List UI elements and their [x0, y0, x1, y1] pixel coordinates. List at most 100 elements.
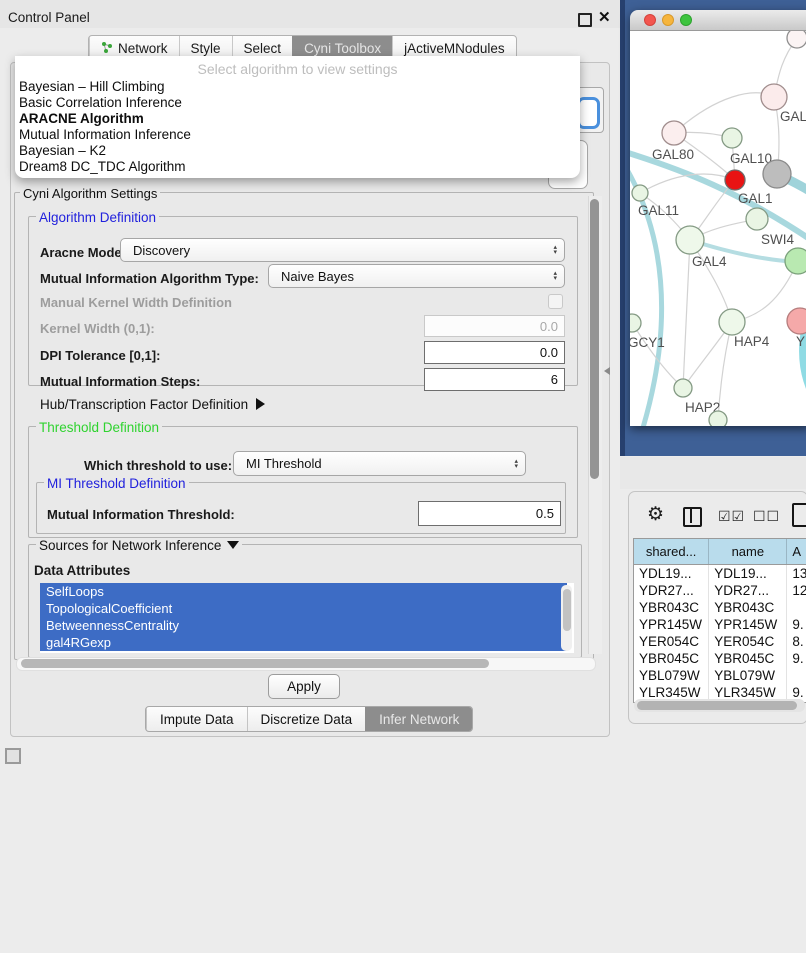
network-node[interactable]: [763, 160, 791, 188]
mi-threshold-field[interactable]: 0.5: [418, 501, 561, 526]
cell-value: [787, 667, 806, 684]
data-attribute-item[interactable]: TopologicalCoefficient: [40, 600, 567, 617]
column-selector-icon-divider: [690, 507, 692, 523]
table-row[interactable]: YBL079W YBL079W: [634, 667, 806, 684]
manual-kernel-checkbox[interactable]: [548, 294, 563, 309]
algorithm-option[interactable]: Mutual Information Inference: [15, 127, 580, 143]
column-selector-icon[interactable]: [683, 507, 702, 527]
hub-definition-expander[interactable]: Hub/Transcription Factor Definition: [40, 397, 265, 412]
combo-spinner-icon: ▴▾: [514, 459, 518, 469]
settings-horizontal-scrollbar-thumb[interactable]: [21, 659, 489, 668]
cell-name: YBR043C: [709, 599, 787, 616]
aracne-mode-label: Aracne Mode:: [40, 245, 126, 260]
bottom-tab-label: Discretize Data: [261, 712, 353, 727]
table-row[interactable]: YPR145W YPR145W 9.: [634, 616, 806, 633]
table-header-partial[interactable]: A: [787, 539, 806, 564]
network-node[interactable]: [761, 84, 787, 110]
data-attributes-label: Data Attributes: [34, 563, 130, 578]
network-node-label: HAP4: [734, 334, 770, 349]
network-node[interactable]: [787, 31, 806, 48]
float-window-icon[interactable]: [578, 13, 592, 27]
dpi-tolerance-field[interactable]: 0.0: [424, 341, 565, 364]
network-node[interactable]: [719, 309, 745, 335]
network-node[interactable]: [676, 226, 704, 254]
gear-icon[interactable]: ⚙: [647, 505, 664, 524]
combobox-focus-arrow[interactable]: [577, 97, 600, 129]
network-node-label: GAL11: [638, 203, 679, 218]
zoom-traffic-light[interactable]: [680, 14, 692, 26]
cell-value: 9.: [787, 616, 806, 633]
algorithm-definition-title: Algorithm Definition: [36, 210, 159, 225]
network-node[interactable]: [787, 308, 806, 334]
deselect-all-icon[interactable]: ☐☐: [753, 508, 780, 525]
network-node[interactable]: [674, 379, 692, 397]
network-node-label: Y: [796, 334, 805, 349]
cell-shared-name: YDR27...: [634, 582, 709, 599]
network-window-titlebar[interactable]: [630, 10, 806, 31]
network-node-label: GAL4: [692, 254, 727, 269]
table-header-shared-name[interactable]: shared...: [634, 539, 709, 564]
network-node[interactable]: [630, 314, 641, 332]
cell-shared-name: YER054C: [634, 633, 709, 650]
combo-spinner-icon: ▴▾: [553, 245, 557, 255]
algorithm-option[interactable]: Bayesian – Hill Climbing: [15, 79, 580, 95]
aracne-mode-value: Discovery: [133, 243, 190, 258]
select-all-icon[interactable]: ☑☑: [718, 508, 745, 525]
algorithm-option[interactable]: Dream8 DC_TDC Algorithm: [15, 159, 580, 175]
close-icon[interactable]: ✕: [598, 8, 611, 26]
mi-threshold-label: Mutual Information Threshold:: [47, 507, 235, 522]
sources-expander[interactable]: Sources for Network Inference: [36, 538, 242, 553]
mi-steps-field[interactable]: 6: [424, 368, 565, 391]
close-traffic-light[interactable]: [644, 14, 656, 26]
bottom-tab[interactable]: Discretize Data: [247, 707, 366, 731]
network-edge: [630, 161, 662, 426]
network-node[interactable]: [725, 170, 745, 190]
algorithm-option-list: Bayesian – Hill Climbing Basic Correlati…: [15, 79, 580, 175]
table-row[interactable]: YBR045C YBR045C 9.: [634, 650, 806, 667]
hub-definition-label: Hub/Transcription Factor Definition: [40, 397, 248, 412]
aracne-mode-combobox[interactable]: Discovery ▴▾: [120, 238, 565, 262]
table-horizontal-scrollbar-thumb[interactable]: [637, 701, 797, 710]
minimize-traffic-light[interactable]: [662, 14, 674, 26]
table-header-row: shared... name A: [634, 539, 806, 565]
kernel-width-field[interactable]: 0.0: [424, 315, 565, 337]
network-node[interactable]: [709, 411, 727, 426]
table-row[interactable]: YER054C YER054C 8.: [634, 633, 806, 650]
cell-shared-name: YBR045C: [634, 650, 709, 667]
mi-type-combobox[interactable]: Naive Bayes ▴▾: [268, 264, 565, 288]
table-header-name[interactable]: name: [709, 539, 787, 564]
network-node[interactable]: [662, 121, 686, 145]
table-row[interactable]: YDL19... YDL19... 13: [634, 565, 806, 582]
algorithm-option[interactable]: Bayesian – K2: [15, 143, 580, 159]
which-threshold-combobox[interactable]: MI Threshold ▴▾: [233, 451, 526, 476]
network-canvas[interactable]: GALGAL80GAL10GAL1GAL11GAL4SWI4GCY1HAP4YH…: [630, 31, 806, 426]
table-rows: YDL19... YDL19... 13 YDR27... YDR27... 1…: [634, 565, 806, 703]
tab-label: Network: [118, 41, 168, 56]
algorithm-dropdown-popup: Select algorithm to view settings Bayesi…: [15, 56, 580, 178]
data-attribute-item[interactable]: SelfLoops: [40, 583, 567, 600]
apply-button[interactable]: Apply: [268, 674, 340, 699]
bottom-tab-label: Impute Data: [160, 712, 234, 727]
algorithm-option[interactable]: Basic Correlation Inference: [15, 95, 580, 111]
settings-scrollbar-thumb[interactable]: [590, 199, 599, 479]
network-node[interactable]: [746, 208, 768, 230]
algorithm-option[interactable]: ARACNE Algorithm: [15, 111, 580, 127]
network-node[interactable]: [722, 128, 742, 148]
table-row[interactable]: YBR043C YBR043C: [634, 599, 806, 616]
mi-threshold-definition-title: MI Threshold Definition: [44, 476, 189, 491]
table-row[interactable]: YDR27... YDR27... 12: [634, 582, 806, 599]
splitter-collapse-icon[interactable]: [604, 367, 610, 375]
data-attribute-item[interactable]: gal4RGexp: [40, 634, 567, 651]
network-node[interactable]: [785, 248, 806, 274]
network-view[interactable]: GALGAL80GAL10GAL1GAL11GAL4SWI4GCY1HAP4YH…: [630, 31, 806, 426]
data-attribute-item[interactable]: BetweennessCentrality: [40, 617, 567, 634]
dpi-tolerance-label: DPI Tolerance [0,1]:: [40, 348, 160, 363]
cell-value: [787, 599, 806, 616]
cell-value: 8.: [787, 633, 806, 650]
network-node[interactable]: [632, 185, 648, 201]
bottom-tab[interactable]: Impute Data: [146, 707, 247, 731]
attribute-list-scrollbar-thumb[interactable]: [563, 589, 571, 631]
tab-label: Select: [244, 41, 282, 56]
export-table-icon[interactable]: [792, 503, 806, 527]
bottom-tab[interactable]: Infer Network: [365, 707, 472, 731]
